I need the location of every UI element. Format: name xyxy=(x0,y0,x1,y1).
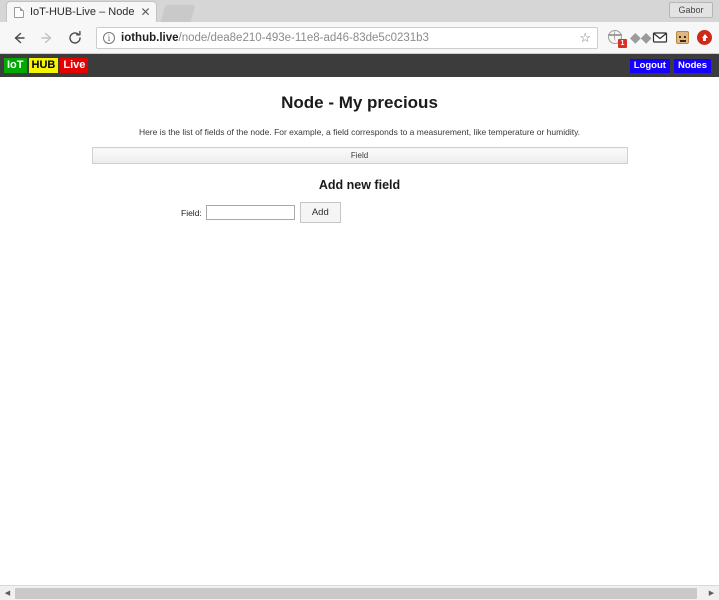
close-icon[interactable]: ✕ xyxy=(141,6,151,18)
logo-part-iot: IoT xyxy=(4,58,27,73)
profile-button[interactable]: Gabor xyxy=(669,2,713,18)
url-text: iothub.live/node/dea8e210-493e-11e8-ad46… xyxy=(121,32,573,44)
add-button[interactable]: Add xyxy=(299,202,341,223)
fields-table: Field xyxy=(91,147,628,164)
scrollbar-track[interactable] xyxy=(15,585,704,600)
field-name-input[interactable] xyxy=(205,205,295,220)
table-header-row: Field xyxy=(92,147,627,164)
forward-arrow-icon xyxy=(34,25,60,51)
extension-icons: 1 ◆◆ xyxy=(606,29,713,48)
browser-window: IoT-HUB-Live – Node ✕ Gabor i iothub.liv… xyxy=(0,0,719,600)
back-arrow-icon[interactable] xyxy=(6,25,32,51)
column-header-field[interactable]: Field xyxy=(92,147,627,164)
page-icon xyxy=(14,6,24,18)
logout-link[interactable]: Logout xyxy=(629,58,670,73)
site-logo[interactable]: IoT HUB Live xyxy=(4,58,90,73)
star-icon[interactable]: ☆ xyxy=(579,30,591,46)
horizontal-scrollbar[interactable]: ◀ ▶ xyxy=(0,585,719,600)
page-content: Node - My precious Here is the list of f… xyxy=(0,77,719,223)
browser-tab[interactable]: IoT-HUB-Live – Node ✕ xyxy=(6,1,157,22)
globe-icon[interactable]: 1 xyxy=(608,29,627,48)
logo-part-live: Live xyxy=(60,58,89,73)
page-title: Node - My precious xyxy=(281,93,438,112)
globe-icon-badge: 1 xyxy=(618,39,627,48)
add-field-heading: Add new field xyxy=(318,178,401,192)
dropbox-icon[interactable]: ◆◆ xyxy=(630,29,652,46)
robot-icon[interactable] xyxy=(674,29,691,46)
info-circle-icon[interactable]: i xyxy=(103,31,115,44)
scroll-right-arrow-icon[interactable]: ▶ xyxy=(704,586,719,600)
address-bar[interactable]: i iothub.live/node/dea8e210-493e-11e8-ad… xyxy=(96,26,598,49)
logo-part-hub: HUB xyxy=(28,58,59,73)
add-field-form: Field: Add xyxy=(0,202,719,223)
scroll-left-arrow-icon[interactable]: ◀ xyxy=(0,586,15,600)
reload-icon[interactable] xyxy=(62,25,88,51)
upload-arrow-icon[interactable] xyxy=(696,29,713,46)
field-input-label: Field: xyxy=(181,207,202,218)
site-nav-actions: Logout Nodes xyxy=(629,58,715,73)
tab-strip: IoT-HUB-Live – Node ✕ Gabor xyxy=(0,0,719,22)
browser-toolbar: i iothub.live/node/dea8e210-493e-11e8-ad… xyxy=(0,22,719,54)
nodes-link[interactable]: Nodes xyxy=(673,58,711,73)
new-tab-button[interactable] xyxy=(160,5,196,22)
mail-icon[interactable] xyxy=(652,29,669,46)
scrollbar-thumb[interactable] xyxy=(15,587,698,599)
url-path: /node/dea8e210-493e-11e8-ad46-83de5c0231… xyxy=(178,31,429,44)
fields-table-head: Field xyxy=(92,147,627,164)
site-navbar: IoT HUB Live Logout Nodes xyxy=(0,54,719,77)
page-description: Here is the list of fields of the node. … xyxy=(138,127,581,137)
page-viewport: IoT HUB Live Logout Nodes Node - My prec… xyxy=(0,54,719,585)
tab-title: IoT-HUB-Live – Node xyxy=(30,6,135,18)
url-host: iothub.live xyxy=(121,31,179,44)
